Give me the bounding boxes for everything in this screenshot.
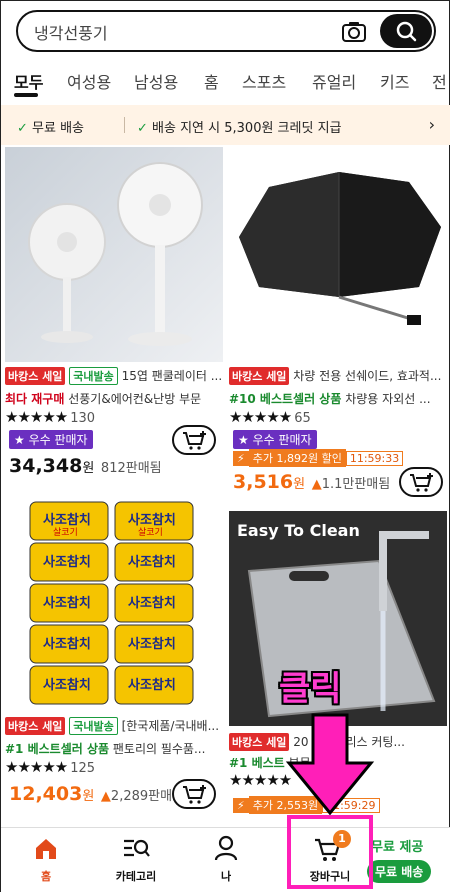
promo-delay-credit: ✓ 배송 지연 시 5,300원 크레딧 지급 (137, 121, 342, 136)
tab-active-indicator (14, 93, 38, 97)
product-price: 3,516원 ▲1.1만판매됨 (233, 471, 391, 493)
product-badges: 바캉스 세일 차량 전용 선쉐이드, 효과적... (229, 367, 447, 385)
tuna-brand-text: 사조참치 (43, 678, 91, 693)
home-icon (36, 839, 56, 859)
sale-badge: 바캉스 세일 (229, 733, 290, 751)
rating-stars: ★★★★★ 65 (229, 408, 311, 426)
nav-me[interactable]: 나 (181, 828, 271, 894)
tuna-brand-text: 사조참치 (43, 637, 91, 652)
tab-jewelry[interactable]: 쥬얼리 (312, 69, 356, 93)
product-ranking: 최다 재구매 선풍기&에어컨&난방 부문 (5, 392, 202, 406)
add-cart-icon (410, 473, 433, 492)
tuna-brand-text: 사조참치 (128, 637, 176, 652)
free-shipping-label: 무료 제공 (371, 840, 424, 855)
arrow-down-icon (285, 713, 375, 816)
search-button[interactable] (380, 14, 432, 48)
sale-badge: 바캉스 세일 (229, 367, 290, 385)
product-badges: 바캉스 세일 국내발송 15엽 팬쿨레이터 ... (5, 367, 223, 385)
nav-home[interactable]: 홈 (1, 828, 91, 894)
tab-women[interactable]: 여성용 (67, 69, 111, 93)
chevron-right-icon[interactable]: › (429, 115, 435, 134)
category-tabs: 모두 여성용 남성용 홈 스포츠 쥬얼리 키즈 전 (1, 61, 450, 99)
product-card[interactable]: 사조참치 사조참치 살코기 살코기 사조참치 사조참치 사조참치 사조참치 사조… (5, 497, 223, 827)
add-to-cart-button[interactable] (172, 425, 216, 455)
promo-banner[interactable]: ✓ 무료 배송 ✓ 배송 지연 시 5,300원 크레딧 지급 › (1, 105, 450, 145)
product-badges: 바캉스 세일 국내발송 [한국제품/국내배... (5, 717, 223, 735)
tab-home[interactable]: 홈 (204, 69, 219, 93)
seller-badge: ★ 우수 판매자 (233, 430, 317, 449)
rating-stars: ★★★★★ 125 (5, 758, 96, 776)
category-search-icon (124, 839, 150, 857)
product-image-umbrella[interactable] (229, 147, 447, 362)
domestic-badge: 국내발송 (69, 367, 118, 385)
add-cart-icon (183, 785, 206, 804)
product-price: 12,403원 ▲2,289판매됨 (9, 783, 185, 805)
tuna-subtext: 살코기 (138, 528, 163, 538)
domestic-badge: 국내발송 (69, 717, 118, 735)
add-cart-icon (183, 431, 206, 450)
product-ranking: #10 베스트셀러 상품 차량용 자외선 ... (229, 392, 431, 406)
tuna-brand-text: 사조참치 (128, 678, 176, 693)
fire-icon: ⚡ (233, 798, 249, 813)
add-to-cart-button[interactable] (172, 779, 216, 809)
bottom-nav: 홈 카테고리 나 1 장바구니 무료 제공 무료 배송 (1, 827, 450, 893)
product-title: 15엽 팬쿨레이터 ... (121, 369, 223, 383)
product-title: [한국제품/국내배... (121, 719, 220, 733)
tuna-brand-text: 사조참치 (128, 555, 176, 570)
tuna-brand-text: 사조참치 (43, 555, 91, 570)
check-icon: ✓ (137, 121, 148, 136)
tab-all-more[interactable]: 전 (432, 69, 447, 93)
sale-badge: 바캉스 세일 (5, 717, 66, 735)
tuna-brand-text: 사조참치 (128, 596, 176, 611)
product-ranking: #1 베스트셀러 상품 팬토리의 필수품... (5, 742, 206, 756)
product-price: 34,348원 812판매됨 (9, 455, 162, 477)
tuna-brand-text: 사조참치 (43, 596, 91, 611)
person-icon (214, 835, 238, 861)
discount-badge: ⚡ 추가 1,892원 할인 11:59:33 (233, 449, 404, 467)
camera-icon[interactable] (341, 20, 367, 44)
check-icon: ✓ (17, 121, 28, 136)
product-title: 차량 전용 선쉐이드, 효과적... (293, 369, 442, 383)
product-card[interactable]: 바캉스 세일 국내발송 15엽 팬쿨레이터 ... 최다 재구매 선풍기&에어컨… (5, 147, 223, 487)
search-bar[interactable] (16, 10, 436, 52)
seller-badge: ★ 우수 판매자 (9, 430, 93, 449)
tuna-subtext: 살코기 (53, 528, 78, 538)
search-input[interactable] (34, 21, 334, 43)
search-icon (396, 21, 417, 42)
nav-category[interactable]: 카테고리 (91, 828, 181, 894)
fire-icon: ⚡ (233, 451, 249, 466)
image-caption: Easy To Clean (237, 521, 360, 540)
promo-free-shipping: ✓ 무료 배송 (17, 121, 85, 136)
add-to-cart-button[interactable] (399, 467, 443, 497)
rating-stars: ★★★★★ (229, 771, 292, 789)
product-card[interactable]: 바캉스 세일 차량 전용 선쉐이드, 효과적... #10 베스트셀러 상품 차… (229, 147, 447, 497)
tab-sports[interactable]: 스포츠 (242, 69, 286, 93)
free-shipping-button[interactable]: 무료 배송 (367, 860, 432, 883)
tab-all[interactable]: 모두 (14, 69, 43, 93)
product-image-tuna[interactable]: 사조참치 사조참치 살코기 살코기 사조참치 사조참치 사조참치 사조참치 사조… (5, 497, 223, 712)
tab-men[interactable]: 남성용 (134, 69, 178, 93)
product-image-fan[interactable] (5, 147, 223, 362)
rating-stars: ★★★★★ 130 (5, 408, 96, 426)
click-highlight-box (287, 815, 373, 889)
promo-divider (124, 117, 125, 133)
tab-kids[interactable]: 키즈 (380, 69, 409, 93)
sale-badge: 바캉스 세일 (5, 367, 66, 385)
click-annotation: 클릭 (279, 669, 342, 709)
